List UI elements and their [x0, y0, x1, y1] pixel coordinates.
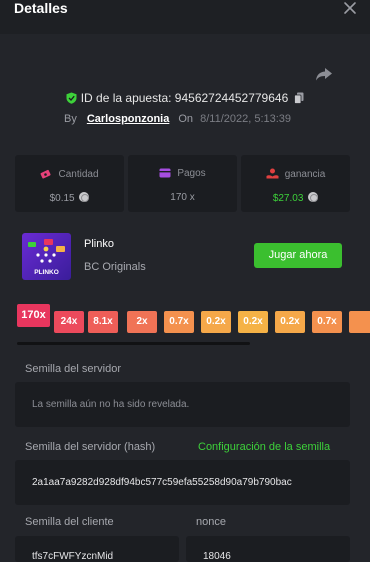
on-label: On	[178, 113, 194, 125]
stat-amount-label-row: Cantidad	[15, 168, 124, 180]
bet-date: 8/11/2022, 5:13:39	[200, 113, 292, 125]
client-seed-value: tfs7cFWFYzcnMid	[32, 551, 114, 562]
close-icon[interactable]	[342, 0, 358, 16]
coin-icon	[79, 192, 90, 202]
bet-id-value: 94562724452779646	[174, 91, 289, 105]
profit-icon	[266, 168, 279, 179]
server-seed-hash-label: Semilla del servidor (hash)	[25, 441, 156, 453]
play-now-button[interactable]: Jugar ahora	[254, 243, 342, 268]
multiplier-strip: 170x 24x 8.1x 2x 0.7x 0.2x 0.2x 0.2x 0.7x	[17, 301, 370, 334]
stat-payout: Pagos 170 x	[128, 155, 237, 212]
bet-id-row: ID de la apuesta: 94562724452779646	[0, 90, 370, 106]
multiplier-chip: 0.2x	[238, 311, 268, 333]
nonce-label: nonce	[196, 516, 226, 528]
copy-icon[interactable]	[294, 92, 304, 104]
multiplier-scrollbar[interactable]	[17, 342, 250, 345]
stat-amount-value-row: $0.15	[15, 192, 124, 204]
bet-id-label: ID de la apuesta:	[80, 91, 172, 105]
client-seed-label: Semilla del cliente	[25, 516, 114, 528]
multiplier-chip: 8.1x	[88, 311, 118, 333]
stat-profit: ganancia $27.03	[241, 155, 350, 212]
game-card: PLINKO Plinko BC Originals Jugar ahora	[15, 226, 350, 286]
multiplier-chip: 0.7x	[164, 311, 194, 333]
share-icon[interactable]	[314, 66, 334, 82]
stat-profit-value-row: $27.03	[241, 192, 350, 204]
stat-payout-value: 170 x	[170, 192, 195, 203]
modal-header: Detalles	[0, 0, 370, 34]
nonce-value: 18046	[203, 551, 231, 562]
server-seed-hash-field[interactable]: 2a1aa7a9282d928df94bc577c59efa55258d90a7…	[15, 460, 350, 505]
multiplier-chip: 0.7x	[312, 311, 342, 333]
game-name: Plinko	[84, 238, 114, 250]
by-label: By	[64, 113, 77, 125]
money-icon	[41, 169, 52, 179]
multiplier-chip: 2x	[127, 311, 157, 333]
coin-icon	[308, 192, 319, 202]
thumb-label: PLINKO	[34, 269, 59, 276]
modal-title: Detalles	[14, 0, 68, 16]
game-thumbnail[interactable]: PLINKO	[22, 233, 71, 280]
client-seed-field[interactable]: tfs7cFWFYzcnMid	[15, 536, 179, 562]
bet-stats: Cantidad $0.15 Pagos 170 x ganancia $27.…	[15, 155, 350, 212]
username-link[interactable]: Carlosponzonia	[87, 113, 170, 125]
multiplier-chip: 24x	[54, 311, 84, 333]
stat-amount: Cantidad $0.15	[15, 155, 124, 212]
game-provider: BC Originals	[84, 261, 146, 273]
stat-profit-label-row: ganancia	[241, 168, 350, 180]
stat-payout-label-row: Pagos	[128, 168, 237, 179]
multiplier-chip: 0.2x	[201, 311, 231, 333]
plinko-thumb-art: PLINKO	[28, 239, 65, 276]
multiplier-chip: 0.2x	[275, 311, 305, 333]
seed-settings-link[interactable]: Configuración de la semilla	[198, 441, 330, 453]
multiplier-chip: 170x	[17, 304, 50, 327]
server-seed-value: La semilla aún no ha sido revelada.	[32, 399, 190, 410]
server-seed-field: La semilla aún no ha sido revelada.	[15, 382, 350, 427]
nonce-field[interactable]: 18046	[186, 536, 350, 562]
server-seed-label: Semilla del servidor	[25, 363, 121, 375]
bet-author-row: By Carlosponzonia On 8/11/2022, 5:13:39	[64, 111, 291, 127]
server-seed-hash-value: 2a1aa7a9282d928df94bc577c59efa55258d90a7…	[32, 477, 292, 488]
multiplier-chip	[349, 311, 370, 333]
verified-shield-icon	[66, 92, 77, 104]
wallet-icon	[159, 168, 171, 178]
